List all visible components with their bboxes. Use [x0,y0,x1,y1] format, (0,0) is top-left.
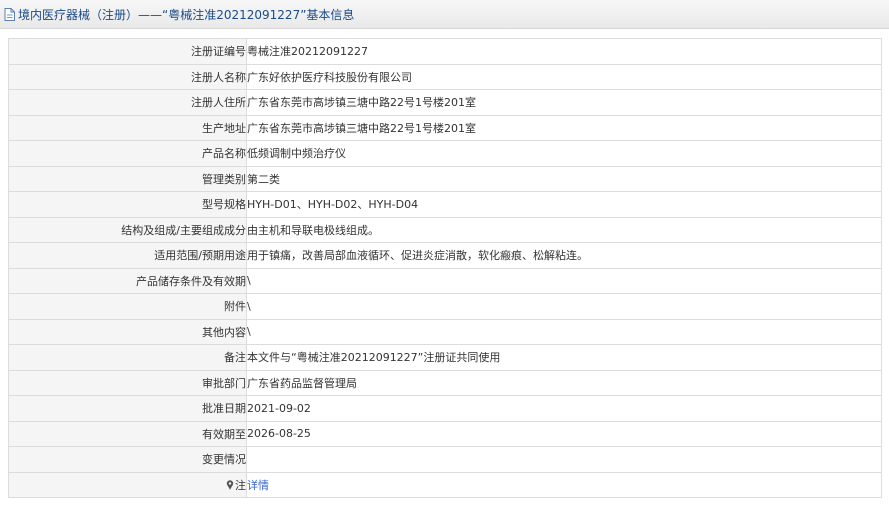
row-label: 型号规格 [8,191,247,218]
row-value: \ [246,318,882,345]
table-row: 产品名称 低频调制中频治疗仪 [8,140,882,167]
table-row: 变更情况 [8,446,882,473]
row-label: 注册人名称 [8,63,247,90]
table-row: 批准日期 2021-09-02 [8,395,882,422]
details-link[interactable]: 详情 [248,479,270,492]
row-value: 广东省东莞市高埗镇三塘中路22号1号楼201室 [246,114,882,141]
table-row: 管理类别 第二类 [8,165,882,192]
row-label: 管理类别 [8,165,247,192]
table-row: 注册证编号 粤械注准20212091227 [8,38,882,65]
table-row: 备注 本文件与“粤械注准20212091227”注册证共同使用 [8,344,882,371]
row-value: 2026-08-25 [246,420,882,447]
row-label: 注册证编号 [8,38,247,65]
row-value: 本文件与“粤械注准20212091227”注册证共同使用 [246,344,882,371]
row-value: 第二类 [246,165,882,192]
pin-icon [226,480,234,490]
table-row: 注册人名称 广东好依护医疗科技股份有限公司 [8,63,882,90]
table-row: 结构及组成/主要组成成分 由主机和导联电极线组成。 [8,216,882,243]
table-row: 有效期至 2026-08-25 [8,420,882,447]
row-value: 广东好依护医疗科技股份有限公司 [246,63,882,90]
page-title: 境内医疗器械（注册）——“粤械注准20212091227”基本信息 [18,7,355,22]
row-label: 生产地址 [8,114,247,141]
row-value: 广东省药品监督管理局 [246,369,882,396]
row-value: \ [246,267,882,294]
row-label: 有效期至 [8,420,247,447]
table-row: 适用范围/预期用途 用于镇痛，改善局部血液循环、促进炎症消散，软化瘢痕、松解粘连。 [8,242,882,269]
row-value-note: 详情 [246,471,882,498]
row-label: 结构及组成/主要组成成分 [8,216,247,243]
info-table: 注册证编号 粤械注准20212091227 注册人名称 广东好依护医疗科技股份有限公司… [8,38,882,498]
row-label: 适用范围/预期用途 [8,242,247,269]
table-row: 其他内容 \ [8,318,882,345]
row-label: 附件 [8,293,247,320]
document-icon [4,7,15,21]
row-label: 批准日期 [8,395,247,422]
row-label: 审批部门 [8,369,247,396]
row-label: 其他内容 [8,318,247,345]
table-row: 审批部门 广东省药品监督管理局 [8,369,882,396]
row-value: \ [246,293,882,320]
row-label: 产品储存条件及有效期 [8,267,247,294]
row-value [246,446,882,473]
table-row: 附件 \ [8,293,882,320]
row-value: 用于镇痛，改善局部血液循环、促进炎症消散，软化瘢痕、松解粘连。 [246,242,882,269]
row-value: 粤械注准20212091227 [246,38,882,65]
table-row-note: 注 详情 [8,471,882,498]
row-label: 注册人住所 [8,89,247,116]
row-value: 广东省东莞市高埗镇三塘中路22号1号楼201室 [246,89,882,116]
row-label: 变更情况 [8,446,247,473]
table-row: 生产地址 广东省东莞市高埗镇三塘中路22号1号楼201室 [8,114,882,141]
row-value: 由主机和导联电极线组成。 [246,216,882,243]
row-label-note: 注 [8,471,247,498]
table-row: 型号规格 HYH-D01、HYH-D02、HYH-D04 [8,191,882,218]
row-label: 备注 [8,344,247,371]
row-label: 产品名称 [8,140,247,167]
page-header: 境内医疗器械（注册）——“粤械注准20212091227”基本信息 [0,0,889,29]
table-row: 产品储存条件及有效期 \ [8,267,882,294]
row-value: HYH-D01、HYH-D02、HYH-D04 [246,191,882,218]
row-value: 低频调制中频治疗仪 [246,140,882,167]
table-row: 注册人住所 广东省东莞市高埗镇三塘中路22号1号楼201室 [8,89,882,116]
row-value: 2021-09-02 [246,395,882,422]
